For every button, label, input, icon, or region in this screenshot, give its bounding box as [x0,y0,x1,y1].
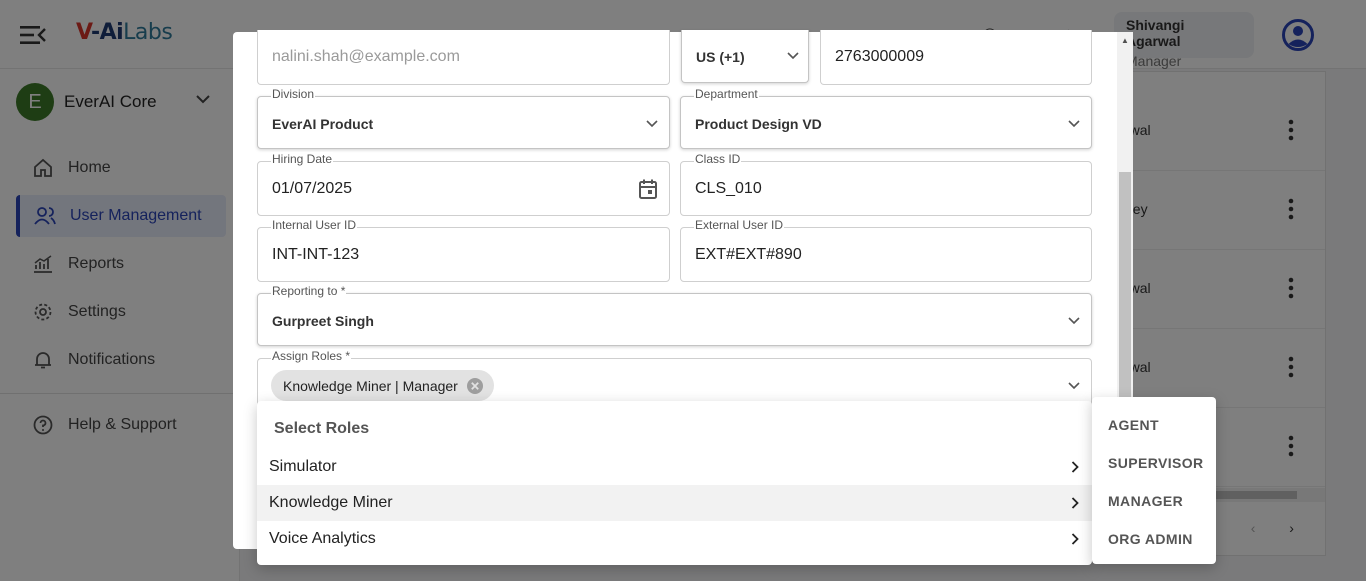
country-code-select[interactable]: US (+1) [681,30,809,83]
submenu-item-org-admin[interactable]: ORG ADMIN [1108,531,1193,547]
internal-user-id-field[interactable]: Internal User ID INT-INT-123 [257,218,670,282]
chevron-right-icon [1071,461,1079,473]
role-level-submenu: AGENT SUPERVISOR MANAGER ORG ADMIN [1092,397,1216,564]
division-select[interactable]: Division EverAI Product [257,87,670,149]
select-roles-menu: Select Roles Simulator Knowledge Miner V… [257,401,1092,565]
menu-item-simulator[interactable]: Simulator [257,449,1092,485]
menu-item-knowledge-miner[interactable]: Knowledge Miner [257,485,1092,521]
chevron-down-icon [1068,382,1080,390]
chevron-down-icon [1068,120,1080,128]
scroll-up-icon[interactable]: ▲ [1121,36,1129,45]
role-chip[interactable]: Knowledge Miner | Manager [271,370,494,401]
external-user-id-field[interactable]: External User ID EXT#EXT#890 [680,218,1092,282]
submenu-item-agent[interactable]: AGENT [1108,417,1159,433]
role-chip-label: Knowledge Miner | Manager [283,377,458,394]
department-select[interactable]: Department Product Design VD [680,87,1092,149]
menu-item-voice-analytics[interactable]: Voice Analytics [257,521,1092,557]
menu-header: Select Roles [274,420,370,437]
phone-field[interactable]: 2763000009 [820,30,1092,85]
chevron-right-icon [1071,533,1079,545]
hiring-date-field[interactable]: Hiring Date 01/07/2025 [257,152,670,216]
email-field[interactable]: nalini.shah@example.com [257,30,670,85]
submenu-item-manager[interactable]: MANAGER [1108,493,1183,509]
submenu-item-supervisor[interactable]: SUPERVISOR [1108,455,1204,471]
remove-chip-icon[interactable] [466,377,484,395]
chevron-down-icon [1068,317,1080,325]
reporting-to-select[interactable]: Reporting to * Gurpreet Singh [257,284,1092,346]
chevron-down-icon [646,120,658,128]
class-id-field[interactable]: Class ID CLS_010 [680,152,1092,216]
chevron-down-icon [787,52,799,60]
calendar-icon[interactable] [638,178,658,200]
chevron-right-icon [1071,497,1079,509]
